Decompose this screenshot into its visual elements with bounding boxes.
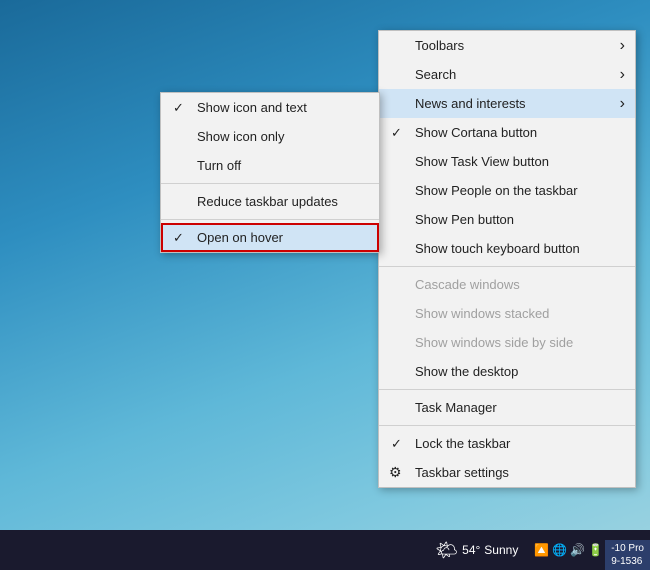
context-menu-main: Toolbars Search News and interests Show … [378, 30, 636, 488]
submenu-separator-1 [161, 183, 379, 184]
desktop: Show icon and text Show icon only Turn o… [0, 0, 650, 570]
menu-item-show-touch-keyboard[interactable]: Show touch keyboard button [379, 234, 635, 263]
menu-separator-1 [379, 266, 635, 267]
menu-item-show-desktop[interactable]: Show the desktop [379, 357, 635, 386]
tray-icon-battery: 🔋 [588, 543, 603, 557]
submenu-news-interests: Show icon and text Show icon only Turn o… [160, 92, 380, 253]
menu-item-news-interests[interactable]: News and interests [379, 89, 635, 118]
submenu-item-turn-off[interactable]: Turn off [161, 151, 379, 180]
submenu-item-reduce-updates[interactable]: Reduce taskbar updates [161, 187, 379, 216]
system-tray[interactable]: 🔼 🌐 🔊 🔋 [530, 539, 607, 561]
menu-item-toolbars[interactable]: Toolbars [379, 31, 635, 60]
tray-icon-1: 🔼 [534, 543, 549, 557]
win-info-line1: -10 Pro [611, 542, 644, 555]
submenu-item-show-icon-only[interactable]: Show icon only [161, 122, 379, 151]
win-info-line2: 9-1536 [611, 555, 644, 568]
menu-item-show-cortana[interactable]: Show Cortana button [379, 118, 635, 147]
menu-separator-3 [379, 425, 635, 426]
menu-item-cascade[interactable]: Cascade windows [379, 270, 635, 299]
tray-icon-volume: 🔊 [570, 543, 585, 557]
weather-temp: 54° [462, 543, 480, 557]
weather-widget[interactable]: 🌤 54° Sunny [427, 536, 526, 565]
submenu-item-show-icon-text[interactable]: Show icon and text [161, 93, 379, 122]
submenu-separator-2 [161, 219, 379, 220]
menu-item-show-people[interactable]: Show People on the taskbar [379, 176, 635, 205]
menu-separator-2 [379, 389, 635, 390]
tray-icon-network: 🌐 [552, 543, 567, 557]
menu-item-lock-taskbar[interactable]: Lock the taskbar [379, 429, 635, 458]
menu-item-taskbar-settings[interactable]: ⚙ Taskbar settings [379, 458, 635, 487]
gear-icon: ⚙ [389, 464, 402, 481]
menu-item-show-taskview[interactable]: Show Task View button [379, 147, 635, 176]
menu-item-show-pen[interactable]: Show Pen button [379, 205, 635, 234]
weather-icon: 🌤 [435, 540, 458, 561]
windows-info: -10 Pro 9-1536 [605, 540, 650, 570]
tray-icons: 🔼 🌐 🔊 🔋 [534, 543, 603, 557]
taskbar-right: 🌤 54° Sunny 🔼 🌐 🔊 🔋 -10 Pro 9-1536 🗨 [427, 536, 646, 565]
menu-item-search[interactable]: Search [379, 60, 635, 89]
menu-item-side-by-side[interactable]: Show windows side by side [379, 328, 635, 357]
submenu-item-open-on-hover[interactable]: Open on hover [161, 223, 379, 252]
menu-item-task-manager[interactable]: Task Manager [379, 393, 635, 422]
menu-item-stacked[interactable]: Show windows stacked [379, 299, 635, 328]
taskbar: 🌤 54° Sunny 🔼 🌐 🔊 🔋 -10 Pro 9-1536 🗨 [0, 530, 650, 570]
weather-condition: Sunny [484, 543, 518, 557]
